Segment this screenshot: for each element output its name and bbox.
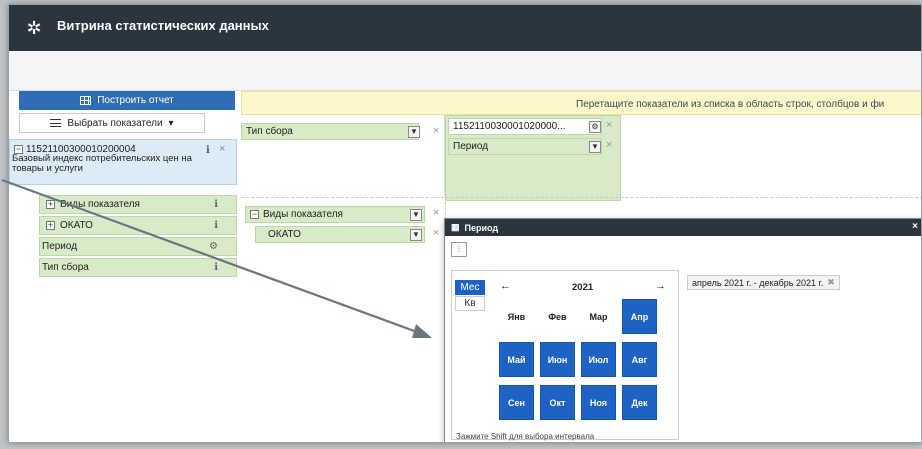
month-cell[interactable]: Авг <box>622 342 657 377</box>
row-field-okato[interactable]: ОКАТО ▼ <box>255 226 425 243</box>
build-report-button[interactable]: Построить отчет <box>19 91 235 110</box>
remove-icon[interactable]: ✖ <box>827 277 835 288</box>
toolbar-area <box>9 51 921 91</box>
period-dialog: ▦ Период × ⫶ Мес Кв ← 2021 → Янв Фев Мар Ап… <box>444 218 921 442</box>
choose-indicators-label: Выбрать показатели <box>67 117 163 129</box>
info-icon[interactable]: ℹ <box>214 199 218 210</box>
month-cell[interactable]: Янв <box>499 299 534 334</box>
close-icon[interactable]: × <box>433 227 439 239</box>
month-cell[interactable]: Окт <box>540 385 575 420</box>
sliders-icon[interactable]: ⫶ <box>451 242 467 257</box>
filter-icon[interactable]: ▼ <box>589 141 601 153</box>
dimension-item-types[interactable]: + Виды показателя ℹ <box>39 195 237 214</box>
filter-icon[interactable]: ▼ <box>410 229 422 241</box>
indicator-description: Базовый индекс потребительских цен на то… <box>12 153 192 174</box>
month-cell[interactable]: Ноя <box>581 385 616 420</box>
month-cell[interactable]: Июл <box>581 342 616 377</box>
field-label: Период <box>453 141 489 152</box>
gear-icon[interactable]: ⚙ <box>589 121 601 133</box>
dimension-item-period[interactable]: Период ⚙ <box>39 237 237 256</box>
build-report-label: Построить отчет <box>97 95 174 106</box>
dialog-close-icon[interactable]: × <box>912 221 918 232</box>
filter-icon[interactable]: ▼ <box>408 126 420 138</box>
dimension-label: Тип сбора <box>42 262 89 273</box>
close-icon[interactable]: × <box>219 143 225 155</box>
filter-field-collection-type[interactable]: Тип сбора ▼ <box>241 123 420 140</box>
dimension-item-collection-type[interactable]: Тип сбора ℹ <box>39 258 237 277</box>
filter-icon[interactable]: ▼ <box>410 209 422 221</box>
expand-icon[interactable]: + <box>46 221 55 230</box>
field-label: Тип сбора <box>246 126 293 137</box>
expand-icon[interactable]: + <box>46 200 55 209</box>
arrow-right-icon[interactable]: → <box>655 280 666 292</box>
month-picker: Мес Кв ← 2021 → Янв Фев Мар Апр Май Июн Июл Авг… <box>451 270 679 441</box>
shift-hint: Зажмите Shift для выбора интервала <box>456 432 595 441</box>
columns-drop-area[interactable]: 1152110030001020000... ⚙ × Период ▼ × <box>445 115 621 201</box>
choose-indicators-button[interactable]: Выбрать показатели ▾ <box>19 113 205 133</box>
row-field-types[interactable]: − Виды показателя ▼ <box>245 206 425 223</box>
drop-hint-bar: Перетащите показатели из списка в област… <box>241 91 921 115</box>
close-icon[interactable]: × <box>606 119 612 131</box>
eagle-emblem-icon: ✲ <box>26 18 42 38</box>
range-label: апрель 2021 г. - декабрь 2021 г. <box>692 277 824 288</box>
arrow-left-icon[interactable]: ← <box>500 280 511 292</box>
column-field-period[interactable]: Период ▼ <box>448 138 602 155</box>
dimension-label: Период <box>42 241 78 252</box>
month-cell[interactable]: Апр <box>622 299 657 334</box>
table-icon <box>80 96 92 105</box>
app-title: Витрина статистических данных <box>57 18 269 33</box>
field-label: 1152110030001020000... <box>453 121 566 132</box>
month-cell[interactable]: Сен <box>499 385 534 420</box>
close-icon[interactable]: × <box>433 125 439 137</box>
close-icon[interactable]: × <box>606 139 612 151</box>
indicator-item[interactable]: − 11521100300010200004 ℹ × Базовый индек… <box>9 139 237 185</box>
app-header: ✲ Витрина статистических данных <box>9 5 921 51</box>
month-cell[interactable]: Мар <box>581 299 616 334</box>
mode-month-button[interactable]: Мес <box>455 280 485 295</box>
gear-icon[interactable]: ⚙ <box>209 241 218 252</box>
collapse-icon[interactable]: − <box>250 210 259 219</box>
field-label: ОКАТО <box>268 229 301 240</box>
dimension-label: Виды показателя <box>60 199 140 210</box>
dimension-label: ОКАТО <box>60 220 93 231</box>
left-panel: Построить отчет Выбрать показатели ▾ − 1… <box>9 91 237 442</box>
info-icon[interactable]: ℹ <box>214 220 218 231</box>
app-window: ✲ Витрина статистических данных Построит… <box>8 4 922 443</box>
dialog-title: Период <box>464 222 499 233</box>
selected-range-tag[interactable]: апрель 2021 г. - декабрь 2021 г. ✖ <box>687 275 840 290</box>
month-cell[interactable]: Июн <box>540 342 575 377</box>
close-icon[interactable]: × <box>433 207 439 219</box>
month-cell[interactable]: Фев <box>540 299 575 334</box>
filters-drop-area[interactable]: Тип сбора ▼ × <box>241 115 445 197</box>
dialog-header: ▦ Период × <box>445 219 921 236</box>
column-field-indicator[interactable]: 1152110030001020000... ⚙ <box>448 118 602 135</box>
caret-down-icon: ▾ <box>168 117 174 129</box>
year-label: 2021 <box>572 282 594 293</box>
month-cell[interactable]: Дек <box>622 385 657 420</box>
info-icon[interactable]: ℹ <box>214 262 218 273</box>
drop-hint-text: Перетащите показатели из списка в област… <box>576 99 885 110</box>
mode-quarter-button[interactable]: Кв <box>455 296 485 311</box>
dimension-item-okato[interactable]: + ОКАТО ℹ <box>39 216 237 235</box>
menu-icon <box>50 119 62 127</box>
month-cell[interactable]: Май <box>499 342 534 377</box>
field-label: Виды показателя <box>263 209 343 220</box>
calendar-icon: ▦ <box>451 222 460 232</box>
